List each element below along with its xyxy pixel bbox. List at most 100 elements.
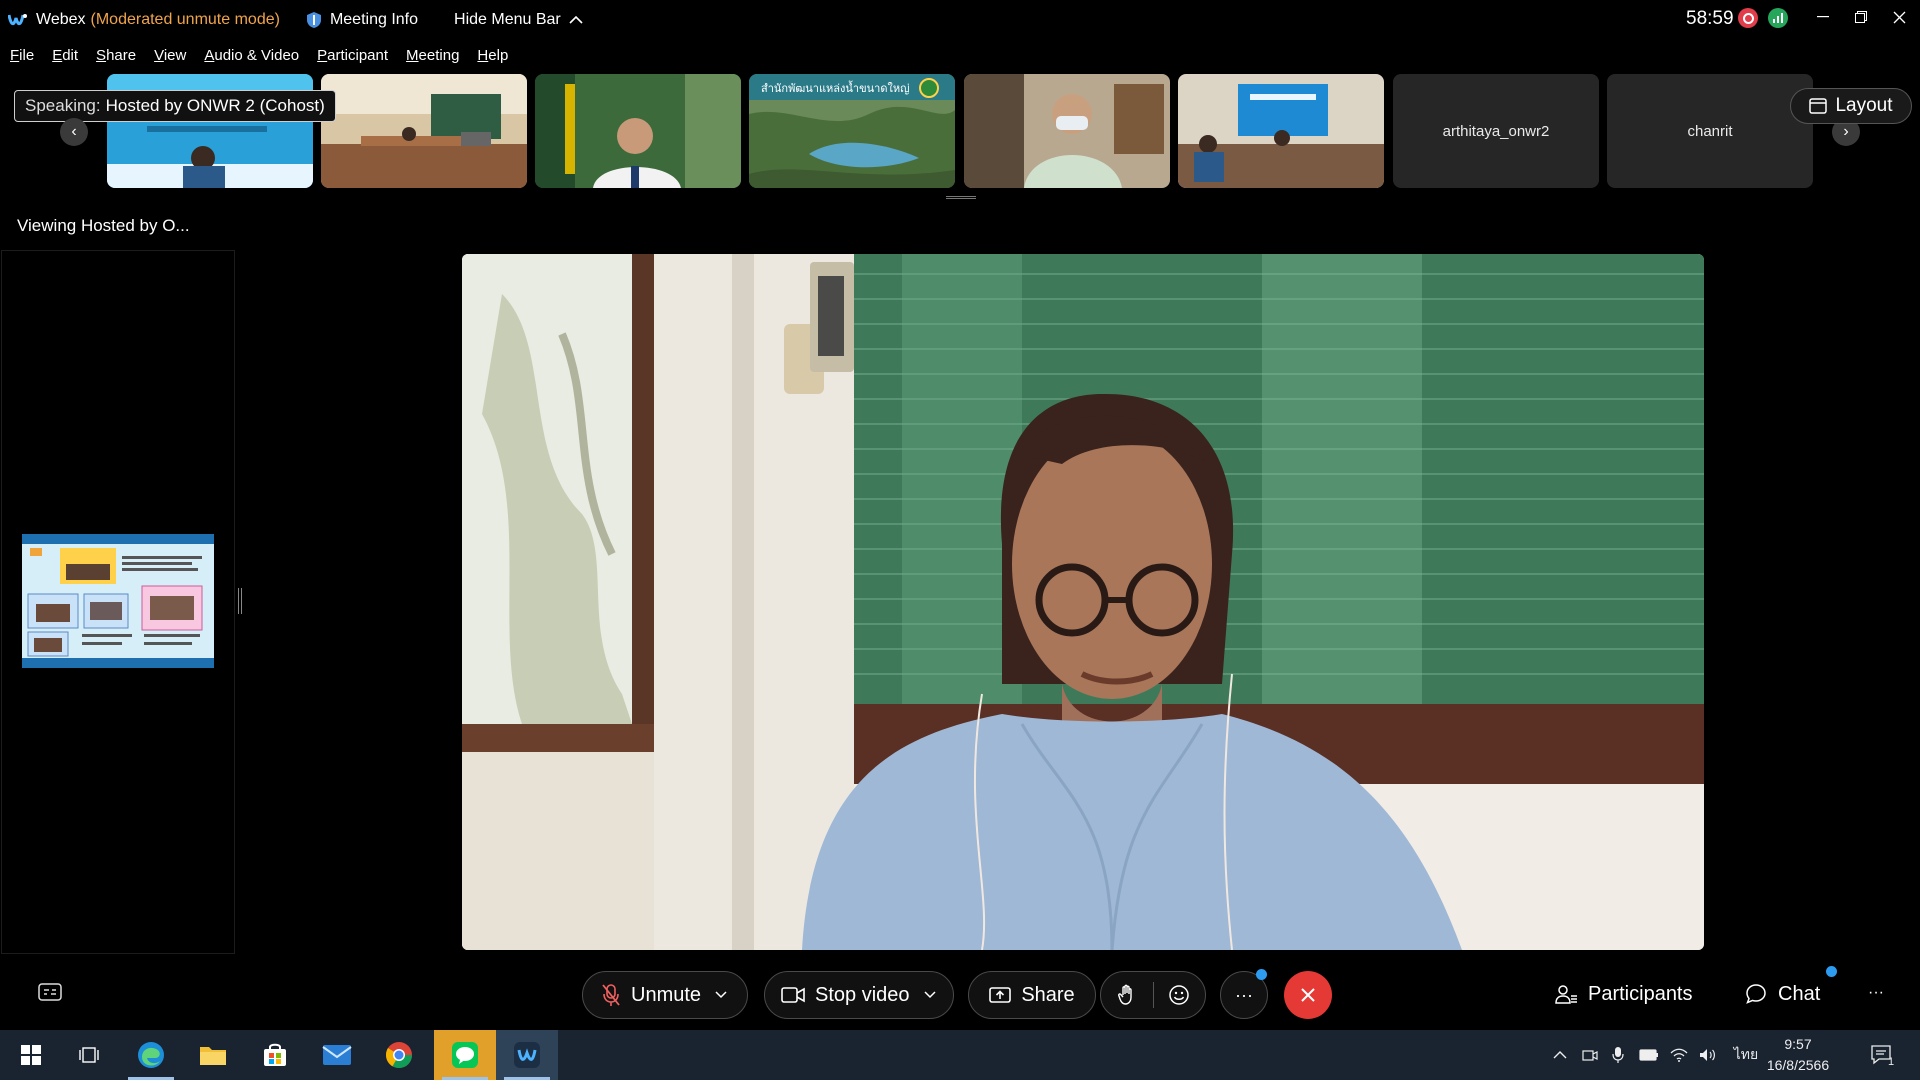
- video-tile-name-arthitaya[interactable]: arthitaya_onwr2: [1393, 74, 1599, 188]
- viewing-label: Viewing Hosted by O...: [17, 216, 190, 235]
- windows-logo-icon: [21, 1045, 41, 1065]
- network-health-icon[interactable]: [1768, 8, 1788, 28]
- video-tile-room-1[interactable]: [321, 74, 527, 188]
- task-view-icon: [79, 1047, 99, 1063]
- menu-help[interactable]: Help: [477, 47, 508, 64]
- unmute-label: Unmute: [631, 983, 702, 1006]
- tray-meet-now[interactable]: [1578, 1030, 1602, 1080]
- action-center-button[interactable]: 1: [1862, 1030, 1902, 1080]
- battery-icon: [1639, 1049, 1658, 1061]
- webex-app-icon: [514, 1042, 540, 1068]
- share-screen-icon: [989, 986, 1012, 1004]
- tray-overflow-button[interactable]: [1550, 1030, 1570, 1080]
- chat-button[interactable]: Chat: [1744, 982, 1820, 1006]
- stop-video-label: Stop video: [815, 983, 910, 1006]
- camera-icon: [1582, 1050, 1598, 1061]
- task-view-button[interactable]: [58, 1030, 120, 1080]
- dam-slide-caption: สำนักพัฒนาแหล่งน้ำขนาดใหญ่: [761, 80, 909, 95]
- restore-icon: [1855, 11, 1867, 23]
- taskbar-edge[interactable]: [120, 1030, 182, 1080]
- menu-edit[interactable]: Edit: [52, 47, 78, 64]
- close-window-button[interactable]: [1876, 0, 1920, 34]
- shared-slide-thumbnail[interactable]: [22, 534, 214, 668]
- participant-name: arthitaya_onwr2: [1442, 122, 1550, 140]
- share-button[interactable]: Share: [968, 971, 1096, 1019]
- chat-notification-badge: [1826, 966, 1837, 977]
- overflow-menu-button[interactable]: ···: [1868, 984, 1884, 1002]
- chrome-icon: [385, 1042, 413, 1069]
- participants-button[interactable]: Participants: [1554, 982, 1693, 1006]
- edge-icon: [138, 1042, 164, 1068]
- panel-resize-handle[interactable]: [238, 588, 242, 614]
- closed-captions-button[interactable]: [38, 982, 62, 1007]
- notification-count: 1: [1888, 1056, 1895, 1068]
- menu-file[interactable]: File: [10, 47, 34, 64]
- menu-view[interactable]: View: [154, 47, 186, 64]
- chat-label: Chat: [1778, 982, 1821, 1005]
- video-tile-participant-2[interactable]: [535, 74, 741, 188]
- layout-icon: [1809, 98, 1828, 114]
- chevron-up-icon: [1553, 1051, 1567, 1059]
- participant-filmstrip: Speaking: Hosted by ONWR 2 (Cohost) ‹ สำ…: [0, 74, 1920, 192]
- app-name: Webex: [36, 11, 86, 28]
- folder-icon: [200, 1047, 226, 1065]
- raise-hand-icon[interactable]: [1101, 984, 1153, 1006]
- video-tile-room-2[interactable]: [1178, 74, 1384, 188]
- title-bar: Webex (Moderated unmute mode) Meeting In…: [0, 0, 1920, 40]
- tray-microphone[interactable]: [1606, 1030, 1630, 1080]
- layout-button[interactable]: Layout: [1790, 88, 1912, 124]
- taskbar-clock[interactable]: 9:57 16/8/2566: [1750, 1034, 1846, 1076]
- taskbar-line[interactable]: [434, 1030, 496, 1080]
- filmstrip-resize-handle[interactable]: [946, 196, 976, 199]
- active-speaker-tag: Speaking: Hosted by ONWR 2 (Cohost): [14, 90, 336, 122]
- line-app-icon: [452, 1042, 478, 1068]
- taskbar-file-explorer[interactable]: [182, 1030, 244, 1080]
- close-icon: [1301, 988, 1315, 1002]
- microphone-muted-icon: [601, 983, 621, 1007]
- overflow-icon: ···: [1868, 984, 1884, 1001]
- menu-share[interactable]: Share: [96, 47, 136, 64]
- chevron-down-icon[interactable]: [715, 991, 727, 999]
- chevron-down-icon[interactable]: [923, 991, 936, 999]
- menu-participant[interactable]: Participant: [317, 47, 388, 64]
- main-video-feed[interactable]: [462, 254, 1704, 950]
- tray-wifi[interactable]: [1666, 1030, 1692, 1080]
- minimize-icon: [1817, 16, 1829, 18]
- start-button[interactable]: [0, 1030, 62, 1080]
- video-tile-dam-slide[interactable]: สำนักพัฒนาแหล่งน้ำขนาดใหญ่: [749, 74, 955, 188]
- filmstrip-prev-button[interactable]: ‹: [60, 118, 88, 146]
- clock-time: 9:57: [1784, 1036, 1812, 1052]
- video-tile-name-chanrit[interactable]: chanrit: [1607, 74, 1813, 188]
- hide-menu-bar-button[interactable]: Hide Menu Bar: [454, 11, 583, 29]
- reactions-group: [1100, 971, 1206, 1019]
- meeting-info-button[interactable]: Meeting Info: [306, 11, 418, 29]
- hide-menu-label: Hide Menu Bar: [454, 11, 561, 28]
- participants-icon: [1555, 985, 1577, 1004]
- unmute-button[interactable]: Unmute: [582, 971, 748, 1019]
- stop-video-button[interactable]: Stop video: [764, 971, 954, 1019]
- taskbar-store[interactable]: [244, 1030, 306, 1080]
- taskbar-webex[interactable]: [496, 1030, 558, 1080]
- emoji-reaction-icon[interactable]: [1153, 984, 1205, 1006]
- volume-icon: [1700, 1049, 1715, 1061]
- participants-label: Participants: [1588, 982, 1693, 1005]
- moderated-mode-label: (Moderated unmute mode): [90, 11, 280, 28]
- close-icon: [1893, 11, 1905, 23]
- mail-icon: [322, 1045, 352, 1065]
- menu-audio-video[interactable]: Audio & Video: [204, 47, 299, 64]
- closed-captions-icon: [38, 983, 62, 1001]
- taskbar-mail[interactable]: [306, 1030, 368, 1080]
- taskbar-chrome[interactable]: [368, 1030, 430, 1080]
- tray-volume[interactable]: [1696, 1030, 1720, 1080]
- menu-meeting[interactable]: Meeting: [406, 47, 459, 64]
- video-tile-participant-4[interactable]: [964, 74, 1170, 188]
- leave-meeting-button[interactable]: [1284, 971, 1332, 1019]
- tray-battery[interactable]: [1636, 1030, 1662, 1080]
- menu-bar: File Edit Share View Audio & Video Parti…: [0, 40, 526, 70]
- camera-icon: [781, 986, 805, 1004]
- participant-name: chanrit: [1687, 122, 1733, 140]
- more-icon: ···: [1235, 984, 1253, 1005]
- notification-badge: [1256, 969, 1267, 980]
- recording-icon[interactable]: [1738, 8, 1758, 28]
- shield-icon: [306, 12, 321, 28]
